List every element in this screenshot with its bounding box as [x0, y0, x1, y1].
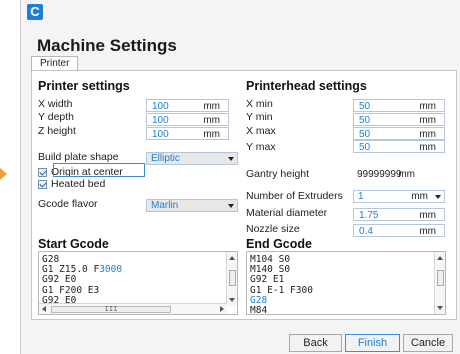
end-gcode-vertical-scrollbar[interactable] — [434, 252, 445, 314]
gcode-flavor-label: Gcode flavor — [38, 198, 98, 210]
start-gcode-vertical-scrollbar[interactable] — [226, 252, 237, 306]
gantry-height-unit: mm — [398, 169, 415, 180]
z-height-value: 100 — [152, 129, 169, 140]
cura-logo-icon: C — [27, 4, 43, 20]
x-width-input[interactable]: 100 mm — [146, 99, 229, 112]
start-gcode-editor[interactable]: G28 G1 Z15.0 F3000 G92 E0 G1 F200 E3 G92… — [38, 251, 238, 315]
x-min-input[interactable]: 50 mm — [353, 99, 445, 112]
nozzle-size-unit: mm — [419, 226, 436, 237]
build-plate-value: Elliptic — [151, 153, 180, 164]
extruders-unit: mm — [411, 191, 428, 202]
material-diameter-input[interactable]: 1.75 mm — [353, 208, 445, 221]
x-min-label: X min — [246, 98, 273, 110]
z-height-unit: mm — [203, 129, 220, 140]
x-width-label: X width — [38, 98, 73, 110]
x-width-unit: mm — [203, 101, 220, 112]
material-diameter-value: 1.75 — [359, 210, 379, 221]
machine-settings-dialog: C Machine Settings Printer Printer setti… — [20, 0, 460, 354]
scroll-down-icon[interactable] — [229, 298, 235, 302]
end-gcode-editor[interactable]: M104 S0 M140 S0 G92 E1 G1 E-1 F300 G28 M… — [246, 251, 446, 315]
y-depth-input[interactable]: 100 mm — [146, 113, 229, 126]
y-max-unit: mm — [419, 142, 436, 153]
gcode-flavor-select[interactable]: Marlin — [146, 199, 238, 212]
end-gcode-line: M84 — [250, 305, 268, 315]
chevron-down-icon — [228, 204, 234, 208]
chevron-down-icon — [228, 157, 234, 161]
material-diameter-label: Material diameter — [246, 207, 328, 219]
y-max-label: Y max — [246, 141, 276, 153]
checkbox-checked-icon — [38, 179, 47, 189]
y-depth-value: 100 — [152, 115, 169, 126]
checkbox-checked-icon — [38, 167, 47, 177]
scroll-right-icon[interactable] — [220, 306, 224, 312]
printerhead-settings-heading: Printerhead settings — [246, 79, 367, 93]
gantry-height-input[interactable]: 99999999 mm — [353, 168, 445, 181]
scroll-left-icon[interactable] — [42, 306, 46, 312]
focus-highlight — [53, 163, 145, 177]
gcode-flavor-value: Marlin — [151, 200, 179, 211]
x-min-value: 50 — [359, 101, 371, 112]
y-min-label: Y min — [246, 111, 273, 123]
drag-marker-icon — [0, 168, 7, 180]
start-gcode-heading: Start Gcode — [38, 237, 109, 251]
x-min-unit: mm — [419, 101, 436, 112]
z-height-label: Z height — [38, 125, 76, 137]
y-depth-unit: mm — [203, 115, 220, 126]
y-max-value: 50 — [359, 142, 371, 153]
title-bar: C — [21, 0, 460, 26]
x-max-label: X max — [246, 125, 276, 137]
heated-bed-checkbox[interactable]: Heated bed — [38, 178, 105, 190]
scroll-thumb[interactable]: III — [51, 306, 171, 313]
scroll-up-icon[interactable] — [437, 256, 443, 260]
y-min-value: 50 — [359, 115, 371, 126]
scroll-thumb[interactable] — [229, 270, 236, 286]
settings-panel: Printer settings X width 100 mm Y depth … — [31, 70, 457, 320]
number-of-extruders-label: Number of Extruders — [246, 190, 343, 202]
chevron-down-icon — [435, 195, 441, 199]
x-max-input[interactable]: 50 mm — [353, 127, 445, 140]
material-diameter-unit: mm — [419, 210, 436, 221]
gantry-height-label: Gantry height — [246, 168, 310, 180]
nozzle-size-value: 0.4 — [359, 226, 373, 237]
start-gcode-horizontal-scrollbar[interactable]: III — [39, 303, 227, 314]
y-max-input[interactable]: 50 mm — [353, 140, 445, 153]
build-plate-label: Build plate shape — [38, 151, 119, 163]
printer-settings-heading: Printer settings — [38, 79, 130, 93]
nozzle-size-input[interactable]: 0.4 mm — [353, 224, 445, 237]
tab-printer[interactable]: Printer — [31, 56, 79, 71]
y-depth-label: Y depth — [38, 111, 75, 123]
finish-button[interactable]: Finish — [345, 334, 400, 352]
z-height-input[interactable]: 100 mm — [146, 127, 229, 140]
page-title: Machine Settings — [37, 36, 177, 55]
y-min-input[interactable]: 50 mm — [353, 113, 445, 126]
heated-bed-label: Heated bed — [51, 178, 106, 190]
number-of-extruders-select[interactable]: 1 mm — [353, 190, 445, 203]
cancel-button[interactable]: Cancle — [403, 334, 453, 352]
build-plate-select[interactable]: Elliptic — [146, 152, 238, 165]
scroll-up-icon[interactable] — [229, 256, 235, 260]
nozzle-size-label: Nozzle size — [246, 223, 300, 235]
x-width-value: 100 — [152, 101, 169, 112]
extruders-value: 1 — [358, 191, 364, 202]
scroll-thumb[interactable] — [437, 270, 444, 286]
end-gcode-heading: End Gcode — [246, 237, 312, 251]
gantry-height-value: 99999999 — [357, 169, 402, 180]
back-button[interactable]: Back — [289, 334, 342, 352]
y-min-unit: mm — [419, 115, 436, 126]
scroll-down-icon[interactable] — [437, 306, 443, 310]
